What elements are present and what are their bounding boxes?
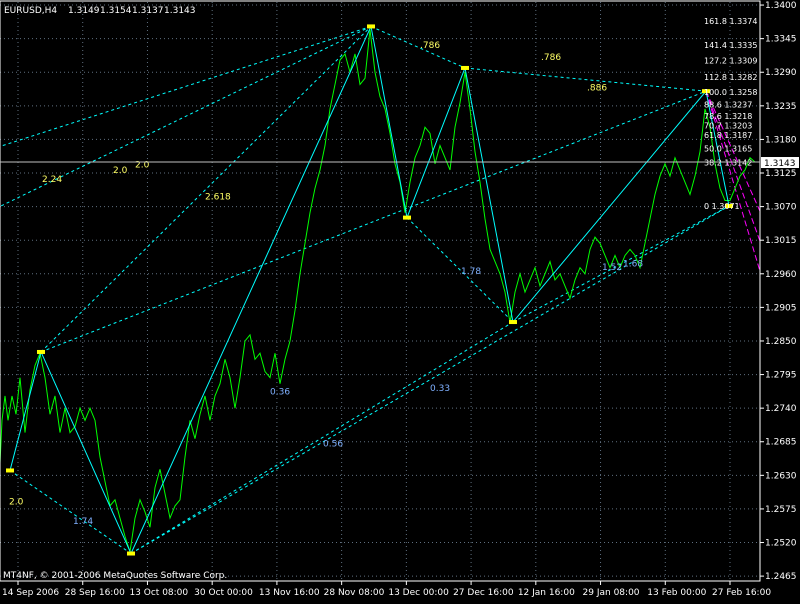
fib-level-label: 161.8 1.3374 <box>704 17 757 26</box>
y-tick-label: 1.2685 <box>765 438 797 448</box>
ratio-label: 2.0 <box>9 498 24 508</box>
y-tick-label: 1.2850 <box>765 337 797 347</box>
ratio-label: 1.78 <box>461 267 481 277</box>
x-tick-label: 27 Feb 16:00 <box>712 588 771 598</box>
y-tick-label: 1.2740 <box>765 404 797 414</box>
pivot-marker <box>37 349 45 354</box>
ratio-label: 2.0 <box>113 166 128 176</box>
fib-level-label: 112.8 1.3282 <box>704 73 757 82</box>
fib-level-label: 88.6 1.3237 <box>704 101 752 110</box>
y-tick-label: 1.2630 <box>765 471 797 481</box>
ratio-label: .886 <box>587 84 607 94</box>
y-tick-label: 1.3015 <box>765 236 797 246</box>
y-tick-label: 1.2960 <box>765 270 797 280</box>
close-value: 1.3143 <box>164 6 196 16</box>
y-tick-label: 1.3345 <box>765 35 797 45</box>
low-value: 1.3137 <box>132 6 164 16</box>
pivot-marker <box>461 65 469 70</box>
y-tick-label: 1.3400 <box>765 1 797 11</box>
y-tick-label: 1.3290 <box>765 68 797 78</box>
chart-window: 161.8 1.3374 141.4 1.3335 127.2 1.3309 112.… <box>0 0 800 600</box>
high-value: 1.3154 <box>100 6 132 16</box>
y-tick-label: 1.3125 <box>765 169 797 179</box>
x-tick-label: 14 Sep 2006 <box>2 588 59 598</box>
fib-level-label: 100.0 1.3258 <box>704 88 757 97</box>
fib-level-label: 70.7 1.3203 <box>704 121 752 130</box>
y-tick-label: 1.2575 <box>765 505 797 515</box>
pivot-marker <box>127 551 135 556</box>
x-tick-label: 13 Nov 16:00 <box>259 588 320 598</box>
fib-level-label: 0 1.3071 <box>704 202 740 211</box>
fib-level-label: 38.2 1.3142 <box>704 159 752 168</box>
ratio-label: 1.68 <box>623 259 643 269</box>
y-tick-label: 1.2520 <box>765 539 797 549</box>
y-tick-label: 1.3235 <box>765 102 797 112</box>
y-tick-label: 1.3070 <box>765 203 797 213</box>
y-tick-label: 1.2465 <box>765 572 797 582</box>
pivot-marker <box>367 24 375 29</box>
ratio-label: 1.52 <box>602 263 622 273</box>
x-tick-label: 13 Feb 00:00 <box>647 588 706 598</box>
ratio-label: 2.24 <box>42 175 62 185</box>
fib-level-label: 127.2 1.3309 <box>704 57 757 66</box>
fib-level-label: 61.8 1.3187 <box>704 131 752 140</box>
open-value: 1.3149 <box>68 6 100 16</box>
symbol-label: EURUSD,H4 <box>4 6 57 16</box>
copyright-text: MT4NF, © 2001-2006 MetaQuotes Software C… <box>3 571 227 581</box>
ratio-label: 0.56 <box>323 440 343 450</box>
y-tick-label: 1.2905 <box>765 303 797 313</box>
ratio-label: .786 <box>420 41 440 51</box>
x-tick-label: 28 Nov 08:00 <box>324 588 385 598</box>
pivot-marker <box>509 320 517 325</box>
x-tick-label: 28 Sep 16:00 <box>65 588 125 598</box>
ratio-label: 0.36 <box>270 388 290 398</box>
pivot-marker <box>403 215 411 220</box>
x-tick-label: 30 Oct 00:00 <box>194 588 253 598</box>
ratio-label: 0.33 <box>430 384 450 394</box>
x-tick-label: 29 Jan 08:00 <box>583 588 640 598</box>
fib-level-label: 78.6 1.3218 <box>704 112 752 121</box>
pivot-marker <box>6 468 14 473</box>
ratio-label: .786 <box>541 53 561 63</box>
current-price-label: 1.3143 <box>764 159 796 169</box>
fib-level-label: 141.4 1.3335 <box>704 41 757 50</box>
x-tick-label: 12 Jan 16:00 <box>518 588 575 598</box>
ratio-label: 1.74 <box>73 517 93 527</box>
price-chart[interactable]: 161.8 1.3374 141.4 1.3335 127.2 1.3309 112.… <box>0 0 800 600</box>
x-tick-label: 13 Oct 08:00 <box>129 588 188 598</box>
x-tick-label: 13 Dec 00:00 <box>388 588 449 598</box>
fib-level-label: 50.0 1.3165 <box>704 145 752 154</box>
y-tick-label: 1.2795 <box>765 371 797 381</box>
ratio-label: 2.618 <box>205 192 231 202</box>
y-tick-label: 1.3180 <box>765 135 797 145</box>
x-tick-label: 27 Dec 16:00 <box>453 588 514 598</box>
